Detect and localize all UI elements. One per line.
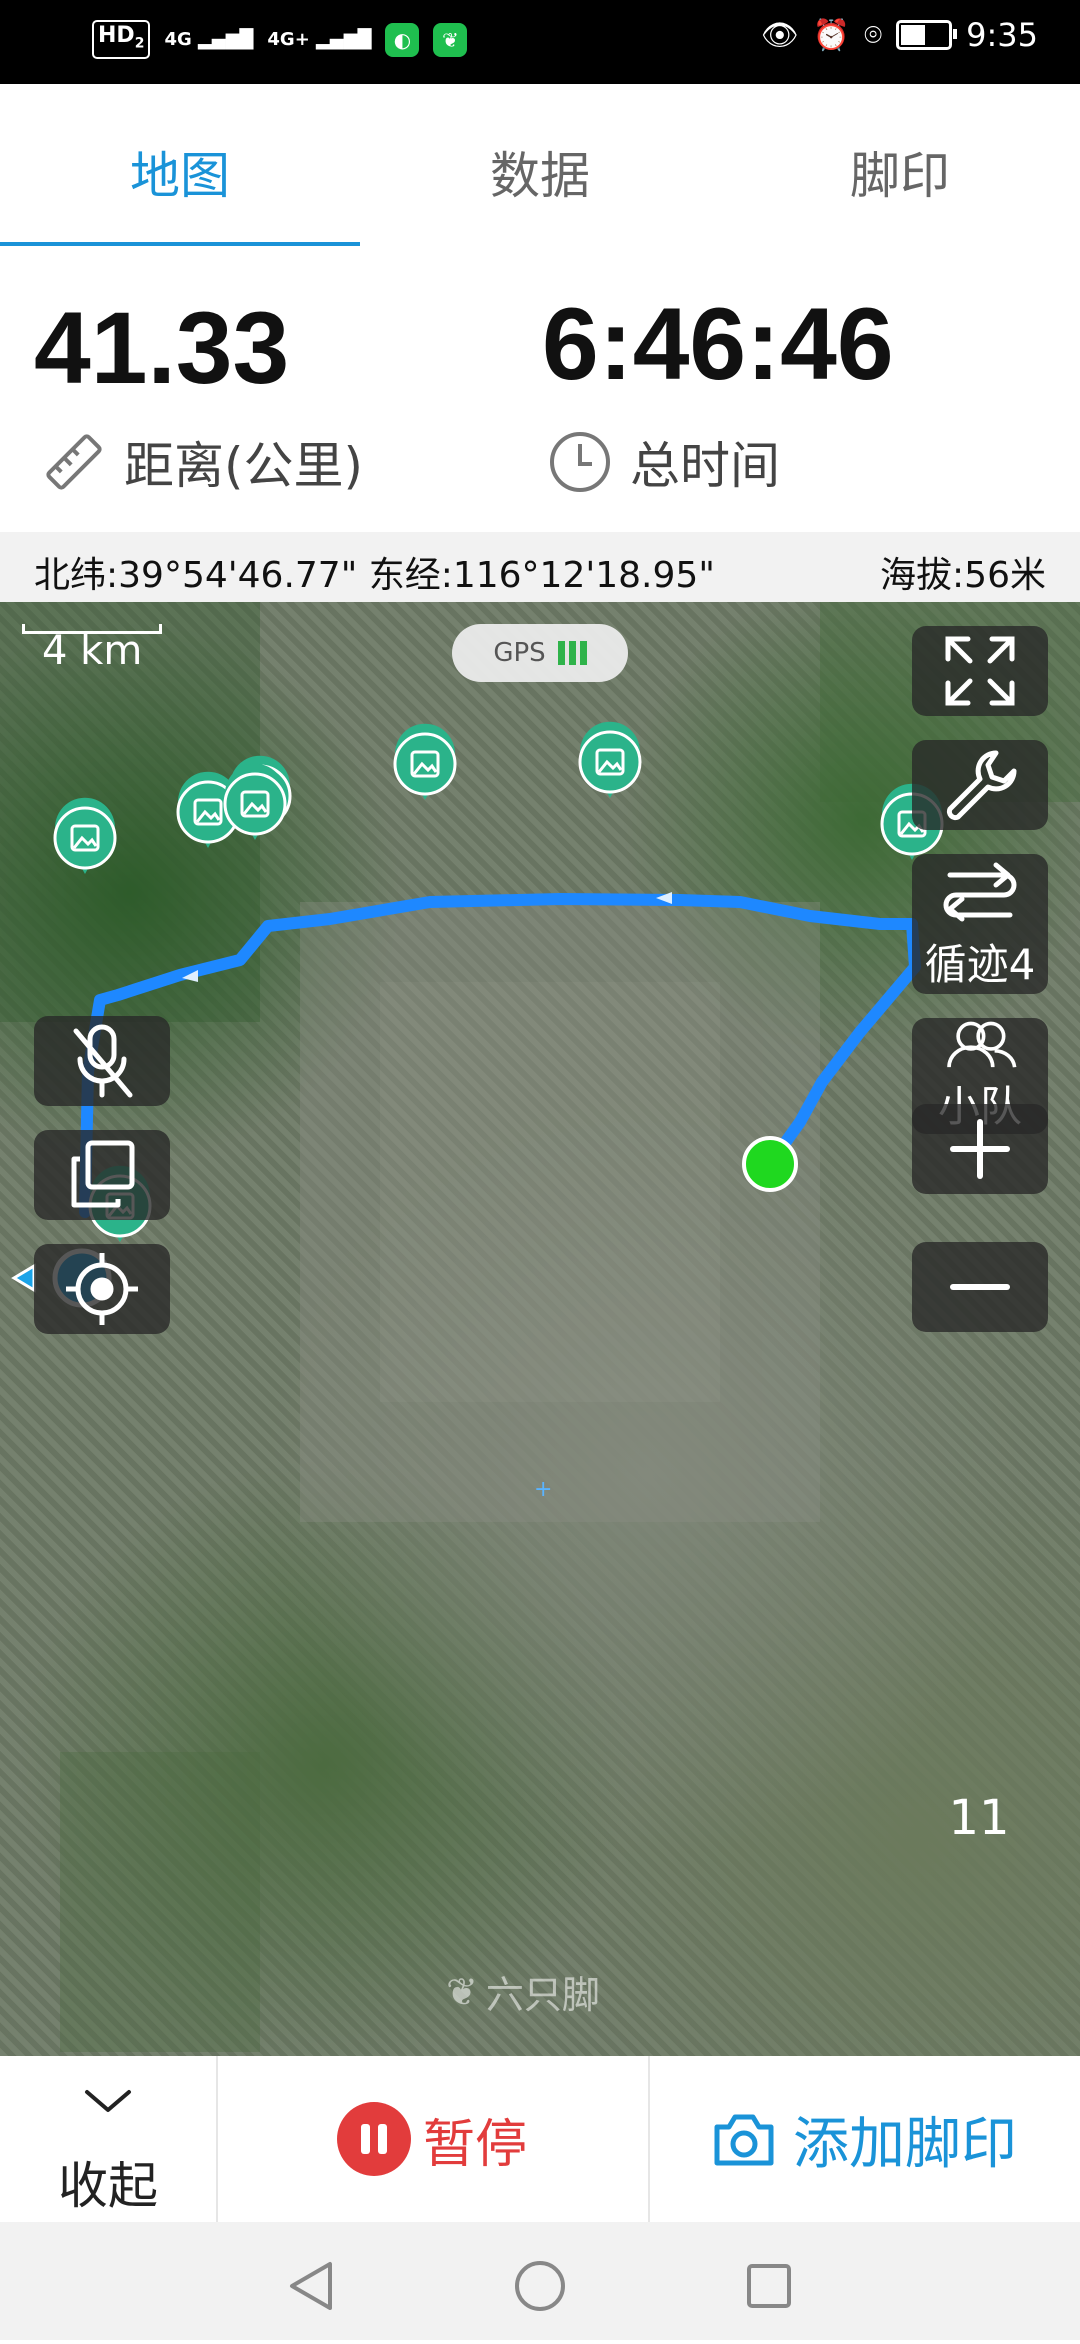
route-swap-icon [943, 862, 1017, 921]
distance-label: 距离(公里) [124, 437, 364, 495]
photo-pin[interactable] [393, 723, 457, 800]
minus-icon [950, 1284, 1010, 1290]
track-follow-button[interactable]: 循迹4 [912, 854, 1048, 994]
time-label-row: 总时间 [548, 426, 780, 498]
tab-data[interactable]: 数据 [360, 136, 720, 208]
home-icon[interactable] [515, 2261, 565, 2311]
pause-icon [336, 2102, 411, 2176]
layers-button[interactable] [34, 1130, 170, 1220]
scale-label: 4 km [42, 628, 143, 674]
fullscreen-button[interactable] [912, 626, 1048, 716]
plus-icon [950, 1119, 1010, 1179]
chevron-down-icon [85, 2090, 131, 2112]
mute-voice-button[interactable] [34, 1016, 170, 1106]
start-marker-dot [742, 1136, 798, 1192]
hd-badge: HD2 [92, 20, 151, 60]
status-bar-right: 👁 ⏰ ⌾ 9:35 [761, 16, 1038, 54]
expand-icon [945, 636, 1015, 706]
distance-value: 41.33 [34, 291, 290, 405]
gps-status: GPS [452, 624, 628, 682]
zoom-out-button[interactable] [912, 1242, 1048, 1332]
system-nav-bar [0, 2222, 1080, 2340]
alarm-icon: ⏰ [812, 17, 851, 53]
gps-signal-icon [557, 641, 587, 665]
collapse-label: 收起 [58, 2157, 158, 2215]
add-footprint-label: 添加脚印 [793, 2111, 1017, 2177]
wrench-icon [946, 750, 1017, 821]
time-label: 总时间 [630, 437, 780, 495]
app-notification-icon: ◐ [385, 22, 420, 57]
footprint-app-icon: ❦ [433, 22, 468, 57]
distance-label-row: 距离(公里) [42, 426, 363, 498]
signal-icon: 4G ▂▄▆█ [164, 29, 254, 51]
locate-button[interactable] [34, 1244, 170, 1334]
back-icon[interactable] [290, 2262, 332, 2310]
recents-icon[interactable] [747, 2264, 791, 2308]
ruler-icon [46, 434, 102, 490]
add-footprint-button[interactable]: 添加脚印 [648, 2056, 1080, 2222]
tab-footprints[interactable]: 脚印 [720, 136, 1080, 208]
eye-icon: 👁 [760, 17, 799, 53]
collapse-button[interactable]: 收起 [0, 2056, 216, 2222]
heading-arrow [11, 1263, 36, 1293]
tools-button[interactable] [912, 740, 1048, 830]
tab-bar: 地图 数据 脚印 [0, 84, 1080, 248]
copy-layers-icon [71, 1140, 135, 1208]
footprint-logo-icon: ❦ [446, 1969, 478, 2014]
pause-label: 暂停 [422, 2114, 527, 2175]
clock: 9:35 [966, 16, 1038, 54]
stats-panel: 41.33 距离(公里) 6:46:46 总时间 [0, 248, 1080, 532]
scale-bar: 4 km [22, 624, 162, 674]
team-icon [947, 1021, 1017, 1068]
clock-icon [550, 432, 610, 492]
tab-indicator [0, 242, 360, 246]
action-bar: 收起 暂停 添加脚印 [0, 2056, 1080, 2222]
gps-label: GPS [493, 638, 546, 668]
map-watermark: ❦ 六只脚 [446, 1964, 600, 2019]
watermark-text: 六只脚 [485, 1973, 600, 2017]
status-bar: HD2 4G ▂▄▆█ 4G+ ▂▄▆█ ◐ ❦ 👁 ⏰ ⌾ 9:35 [0, 0, 1080, 84]
battery-icon [896, 20, 958, 50]
status-bar-left: HD2 4G ▂▄▆█ 4G+ ▂▄▆█ ◐ ❦ [92, 20, 468, 60]
coordinates-bar: 北纬:39°54'46.77" 东经:116°12'18.95" 海拔:56米 [0, 532, 1080, 602]
altitude-readout: 海拔:56米 [880, 555, 1046, 596]
camera-icon [714, 2114, 774, 2166]
map-view[interactable]: + 4 km GPS 循迹4 11 ❦ 六只脚 [0, 602, 1080, 2056]
microphone-off-icon [73, 1024, 133, 1098]
center-marker: + [534, 1477, 552, 1502]
target-icon [66, 1253, 138, 1325]
tab-map[interactable]: 地图 [0, 136, 360, 208]
lat-lon-readout: 北纬:39°54'46.77" 东经:116°12'18.95" [34, 555, 715, 596]
time-value: 6:46:46 [542, 287, 894, 401]
track-follow-label: 循迹4 [924, 939, 1036, 989]
location-icon: ⌾ [864, 17, 883, 53]
photo-pin[interactable] [578, 721, 642, 798]
zoom-level: 11 [948, 1790, 1010, 1846]
pause-button[interactable]: 暂停 [216, 2056, 648, 2222]
zoom-in-button[interactable] [912, 1104, 1048, 1194]
nav-buttons [290, 2261, 791, 2311]
signal-icon-2: 4G+ ▂▄▆█ [267, 29, 372, 51]
